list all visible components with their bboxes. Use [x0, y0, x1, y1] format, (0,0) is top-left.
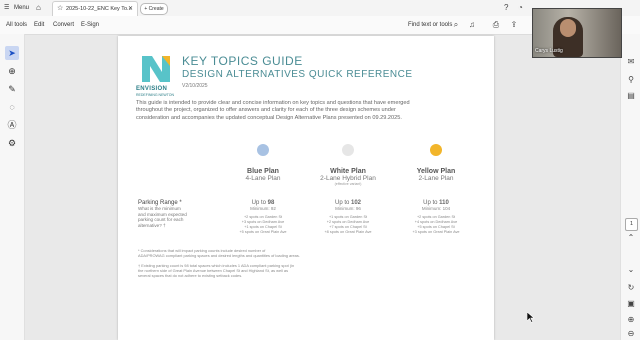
convert-menu[interactable]: Convert	[53, 16, 74, 34]
home-icon[interactable]: ⌂	[36, 0, 41, 16]
mouse-cursor-icon	[527, 312, 535, 323]
intro-line: consideration and accompanies the update…	[136, 114, 402, 121]
plan-name: Blue Plan	[247, 168, 279, 175]
doc-subtitle: DESIGN ALTERNATIVES QUICK REFERENCE	[182, 69, 413, 80]
stamp-tool-icon[interactable]: ⚙	[5, 136, 19, 150]
plan-lanes: 4-Lane Plan	[245, 175, 281, 182]
menu-button[interactable]: Menu	[14, 0, 29, 16]
footnote-line: several spaces that do not adhere to exi…	[138, 273, 243, 278]
minimum-value: Minimum: 92	[250, 206, 276, 211]
refresh-icon[interactable]: ↻	[625, 282, 637, 294]
lasso-tool-icon[interactable]: ◌	[5, 100, 19, 114]
plan-name: Yellow Plan	[416, 168, 456, 175]
zoom-in-icon[interactable]: ⊕	[625, 314, 637, 326]
left-tool-rail: ➤ ⊕ ✎ ◌ Ⓐ ⚙	[0, 34, 25, 340]
all-tools-menu[interactable]: All tools	[6, 16, 27, 34]
zoom-tool-icon[interactable]: ⊕	[5, 64, 19, 78]
print-icon[interactable]: ⎙	[490, 19, 502, 31]
breakdown-line: +3 spots on Great Plain Ave	[412, 230, 460, 234]
right-rail: ✉ ⚲ ▤ 1 ⌃ ⌄ ↻ ▣ ⊕ ⊖	[620, 34, 640, 340]
intro-line: This guide is intended to provide clear …	[136, 100, 410, 106]
participant-name: Carys Lustig	[535, 48, 563, 54]
bell-icon[interactable]: ◔	[518, 2, 523, 14]
page-number-indicator[interactable]: 1	[625, 218, 638, 231]
parking-question-line: alternative? †	[138, 222, 166, 228]
document-tab-label: 2025-10-22_ENC Key To...	[66, 6, 132, 12]
doc-date: V2/10/2025	[182, 83, 208, 89]
pdf-page: ENVISION REDEFINING NEWTON KEY TOPICS GU…	[118, 36, 494, 340]
page-up-icon[interactable]: ⌃	[625, 232, 637, 244]
video-call-tile: Carys Lustig	[532, 8, 622, 58]
minimum-value: Minimum: 104	[421, 206, 451, 211]
logo-subtext: REDEFINING NEWTON	[136, 93, 175, 97]
minimum-value: Minimum: 96	[335, 206, 361, 211]
comment-icon[interactable]: ✉	[625, 56, 637, 68]
edit-menu[interactable]: Edit	[34, 16, 44, 34]
help-icon[interactable]: ?	[504, 2, 508, 14]
upload-icon[interactable]: ⇪	[508, 19, 520, 31]
intro-paragraph: This guide is intended to provide clear …	[136, 100, 481, 122]
participant-face	[560, 19, 576, 37]
pen-tool-icon[interactable]: ✎	[5, 82, 19, 96]
plan-lanes: 2-Lane Plan	[418, 175, 454, 182]
plan-name: White Plan	[330, 168, 366, 175]
plan-column-blue: Blue Plan 4-Lane Plan	[228, 144, 298, 182]
esign-menu[interactable]: E-Sign	[81, 16, 99, 34]
parking-range-label-block: Parking Range * What is the minimum and …	[138, 200, 218, 228]
find-tools-field[interactable]: Find text or tools	[408, 16, 452, 34]
create-label: Create	[148, 6, 164, 12]
parking-white: Up to 102 Minimum: 96 +1 spots on Garden…	[313, 200, 383, 235]
blue-dot	[257, 144, 269, 156]
star-icon[interactable]: ☆	[57, 2, 63, 16]
save-icon[interactable]: ▣	[625, 298, 637, 310]
headphones-icon[interactable]: ♫	[466, 19, 478, 31]
parking-yellow: Up to 110 Minimum: 104 +2 spots on Garde…	[401, 200, 471, 235]
page-down-icon[interactable]: ⌄	[625, 264, 637, 276]
zoom-out-icon[interactable]: ⊖	[625, 328, 637, 340]
white-dot	[342, 144, 354, 156]
yellow-dot	[430, 144, 442, 156]
plan-column-yellow: Yellow Plan 2-Lane Plan	[401, 144, 471, 182]
plan-column-white: White Plan 2-Lane Hybrid Plan (effective…	[313, 144, 383, 186]
logo-text: ENVISION	[136, 86, 168, 92]
close-tab-icon[interactable]: ✕	[128, 2, 133, 16]
doc-title: KEY TOPICS GUIDE	[182, 54, 303, 68]
intro-line: throughout the project, organized to off…	[136, 107, 396, 114]
breakdown-line: +5 spots on Great Plain Ave	[239, 230, 287, 234]
document-tab[interactable]: ☆ 2025-10-22_ENC Key To... ✕	[52, 1, 138, 16]
pages-icon[interactable]: ▤	[625, 90, 637, 102]
search-icon[interactable]: ⌕	[450, 19, 462, 31]
breakdown-line: +8 spots on Great Plain Ave	[324, 230, 372, 234]
bookmark-icon[interactable]: ⚲	[625, 74, 637, 86]
parking-blue: Up to 98 Minimum: 92 +2 spots on Garden …	[228, 200, 298, 235]
create-button[interactable]: + Create	[140, 3, 168, 15]
plan-note: (effective variant)	[334, 182, 362, 186]
plan-lanes: 2-Lane Hybrid Plan	[320, 175, 376, 182]
text-tool-icon[interactable]: Ⓐ	[5, 118, 19, 132]
select-tool-icon[interactable]: ➤	[5, 46, 19, 60]
footnotes: * Considerations that will impact parkin…	[138, 248, 368, 278]
menu-icon[interactable]: ☰	[4, 0, 9, 16]
